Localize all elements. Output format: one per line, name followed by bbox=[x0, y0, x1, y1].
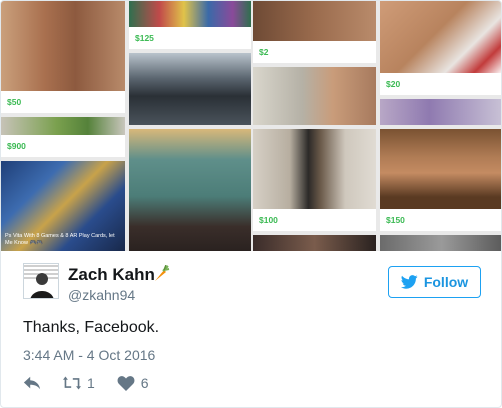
heart-icon bbox=[117, 376, 135, 391]
twitter-bird-icon bbox=[400, 275, 418, 289]
listing-photo bbox=[1, 117, 125, 135]
listing-photo bbox=[129, 1, 251, 27]
listing-tile[interactable]: $20 bbox=[380, 1, 501, 95]
tweet-text: Thanks, Facebook. bbox=[23, 319, 160, 336]
retweet-count: 1 bbox=[87, 375, 95, 391]
listing-photo bbox=[380, 1, 501, 73]
tweet-actions: 1 6 bbox=[23, 373, 171, 393]
listing-tile[interactable]: $150 bbox=[380, 129, 501, 231]
listing-price: $100 bbox=[259, 215, 278, 225]
listing-price: $50 bbox=[7, 97, 22, 107]
listing-tile[interactable]: $125 bbox=[129, 1, 251, 49]
listing-photo bbox=[129, 53, 251, 125]
listing-tile[interactable] bbox=[380, 99, 501, 125]
like-button[interactable]: 6 bbox=[117, 375, 149, 391]
listing-price: $125 bbox=[135, 33, 154, 43]
listing-tile[interactable] bbox=[129, 53, 251, 125]
embedded-tweet: $50 $900 Ps Vita With 8 Games & 8 AR Pla… bbox=[0, 0, 502, 408]
tweet-timestamp[interactable]: 3:44 AM - 4 Oct 2016 bbox=[23, 347, 155, 363]
photo-mosaic[interactable]: $50 $900 Ps Vita With 8 Games & 8 AR Pla… bbox=[1, 1, 501, 251]
listing-price: $900 bbox=[7, 141, 26, 151]
carrot-icon bbox=[155, 265, 170, 281]
listing-tile[interactable] bbox=[380, 235, 501, 251]
listing-tile[interactable]: $50 bbox=[1, 1, 125, 113]
listing-tile[interactable]: $100 bbox=[253, 129, 376, 231]
listing-photo bbox=[380, 235, 501, 251]
reply-button[interactable] bbox=[23, 375, 41, 391]
listing-photo bbox=[380, 99, 501, 125]
retweet-button[interactable]: 1 bbox=[63, 375, 95, 391]
avatar-portrait-icon bbox=[24, 264, 58, 298]
listing-tile[interactable] bbox=[253, 67, 376, 125]
listing-photo bbox=[253, 235, 376, 251]
follow-button[interactable]: Follow bbox=[388, 266, 481, 298]
user-handle[interactable]: @zkahn94 bbox=[68, 287, 135, 303]
like-count: 6 bbox=[140, 375, 149, 391]
retweet-icon bbox=[63, 376, 81, 390]
listing-caption: Ps Vita With 8 Games & 8 AR Play Cards, … bbox=[5, 233, 115, 246]
follow-label: Follow bbox=[423, 274, 469, 290]
listing-tile[interactable]: Ps Vita With 8 Games & 8 AR Play Cards, … bbox=[1, 161, 125, 251]
listing-tile[interactable]: $2 bbox=[253, 1, 376, 63]
listing-tile[interactable] bbox=[253, 235, 376, 251]
listing-price: $2 bbox=[259, 47, 269, 57]
reply-icon bbox=[23, 376, 41, 390]
listing-price: $20 bbox=[386, 79, 401, 89]
listing-photo bbox=[1, 1, 125, 91]
listing-photo bbox=[253, 129, 376, 209]
avatar[interactable] bbox=[23, 263, 59, 299]
listing-tile[interactable] bbox=[129, 129, 251, 251]
listing-photo bbox=[253, 67, 376, 125]
listing-photo bbox=[253, 1, 376, 41]
listing-price: $150 bbox=[386, 215, 405, 225]
listing-photo bbox=[380, 129, 501, 209]
listing-tile[interactable]: $900 bbox=[1, 117, 125, 157]
listing-photo bbox=[129, 129, 251, 251]
display-name[interactable]: Zach Kahn bbox=[68, 265, 155, 285]
